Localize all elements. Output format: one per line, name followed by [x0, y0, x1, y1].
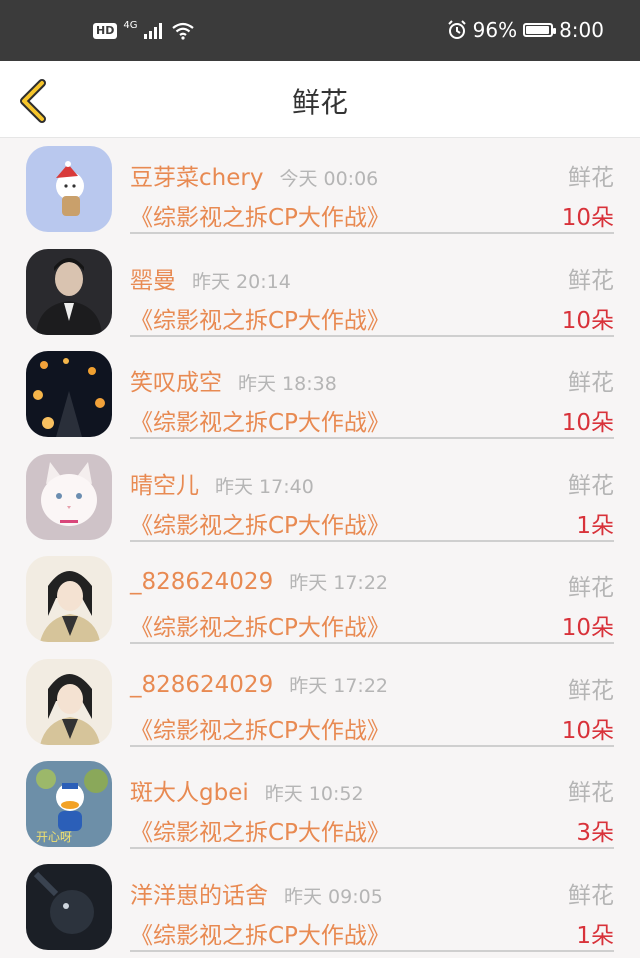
username[interactable]: _828624029 昨天 17:22: [130, 671, 388, 698]
avatar[interactable]: [26, 454, 112, 540]
gift-type: 鲜花: [568, 671, 614, 705]
username-text[interactable]: 晴空儿: [130, 473, 199, 499]
battery-icon: [523, 23, 553, 37]
page-title: 鲜花: [0, 81, 640, 121]
book-title[interactable]: 《综影视之拆CP大作战》: [130, 608, 390, 642]
item-content: 罂曼昨天 20:14 鲜花《综影视之拆CP大作战》 10朵: [130, 241, 614, 337]
wifi-icon: [171, 22, 195, 40]
item-content: 豆芽菜chery 今天 00:06 鲜花《综影视之拆CP大作战》 10朵: [130, 138, 614, 234]
signal-icon: [143, 22, 165, 40]
svg-text:开心呀: 开心呀: [36, 830, 72, 844]
avatar[interactable]: [26, 146, 112, 232]
list-item[interactable]: 开心呀 斑大人gbei 昨天 10:52 鲜花《综影视之拆CP大作战》 3朵: [0, 753, 640, 856]
timestamp: 今天 00:06: [279, 168, 378, 190]
username[interactable]: 斑大人gbei 昨天 10:52: [130, 773, 364, 807]
gift-type: 鲜花: [568, 363, 614, 397]
item-content: 洋洋崽的话舍昨天 09:05 鲜花《综影视之拆CP大作战》 1朵: [130, 856, 614, 952]
username-text[interactable]: 斑大人gbei: [130, 780, 249, 806]
book-title[interactable]: 《综影视之拆CP大作战》: [130, 198, 390, 232]
username-text[interactable]: 罂曼: [130, 268, 176, 294]
flower-count: 1朵: [576, 916, 614, 950]
list-item[interactable]: _828624029 昨天 17:22 鲜花《综影视之拆CP大作战》 10朵: [0, 651, 640, 754]
gift-type: 鲜花: [568, 261, 614, 295]
item-content: 斑大人gbei 昨天 10:52 鲜花《综影视之拆CP大作战》 3朵: [130, 753, 614, 849]
nav-bar: 鲜花: [0, 61, 640, 138]
timestamp: 昨天 18:38: [238, 373, 337, 395]
username[interactable]: 罂曼昨天 20:14: [130, 261, 291, 295]
flower-count: 10朵: [562, 301, 614, 335]
book-title[interactable]: 《综影视之拆CP大作战》: [130, 403, 390, 437]
username[interactable]: 洋洋崽的话舍昨天 09:05: [130, 876, 383, 910]
gift-type: 鲜花: [568, 773, 614, 807]
book-title[interactable]: 《综影视之拆CP大作战》: [130, 301, 390, 335]
status-right: 96% 8:00: [447, 18, 604, 42]
gift-type: 鲜花: [568, 158, 614, 192]
item-content: 笑叹成空昨天 18:38 鲜花《综影视之拆CP大作战》 10朵: [130, 343, 614, 439]
alarm-icon: [447, 20, 467, 40]
battery-percent: 96%: [473, 18, 517, 42]
list-item[interactable]: 晴空儿昨天 17:40 鲜花《综影视之拆CP大作战》 1朵: [0, 446, 640, 549]
timestamp: 昨天 17:22: [289, 572, 388, 594]
username[interactable]: _828624029 昨天 17:22: [130, 568, 388, 595]
avatar[interactable]: [26, 659, 112, 745]
clock: 8:00: [559, 18, 604, 42]
username[interactable]: 豆芽菜chery 今天 00:06: [130, 158, 378, 192]
gift-type: 鲜花: [568, 876, 614, 910]
timestamp: 昨天 09:05: [284, 886, 383, 908]
book-title[interactable]: 《综影视之拆CP大作战》: [130, 813, 390, 847]
avatar[interactable]: [26, 351, 112, 437]
list-item[interactable]: _828624029 昨天 17:22 鲜花《综影视之拆CP大作战》 10朵: [0, 548, 640, 651]
timestamp: 昨天 10:52: [265, 783, 364, 805]
list-item[interactable]: 洋洋崽的话舍昨天 09:05 鲜花《综影视之拆CP大作战》 1朵: [0, 856, 640, 958]
avatar[interactable]: [26, 864, 112, 950]
status-left: HD 4G: [93, 22, 195, 40]
flower-count: 10朵: [562, 711, 614, 745]
gift-type: 鲜花: [568, 568, 614, 602]
username-text[interactable]: _828624029: [130, 672, 273, 698]
item-content: _828624029 昨天 17:22 鲜花《综影视之拆CP大作战》 10朵: [130, 651, 614, 747]
flower-count: 10朵: [562, 608, 614, 642]
flower-count: 1朵: [576, 506, 614, 540]
username[interactable]: 笑叹成空昨天 18:38: [130, 363, 337, 397]
timestamp: 昨天 17:40: [215, 476, 314, 498]
flower-count: 3朵: [576, 813, 614, 847]
flower-list: 豆芽菜chery今天 00:06鲜花《综影视之拆CP大作战》10朵罂曼昨天 20…: [0, 138, 640, 958]
username[interactable]: 晴空儿昨天 17:40: [130, 466, 314, 500]
timestamp: 昨天 17:22: [289, 675, 388, 697]
network-type: 4G: [123, 20, 137, 31]
username-text[interactable]: 豆芽菜chery: [130, 165, 263, 191]
list-item[interactable]: 豆芽菜chery 今天 00:06 鲜花《综影视之拆CP大作战》 10朵: [0, 138, 640, 241]
list-item[interactable]: 笑叹成空昨天 18:38 鲜花《综影视之拆CP大作战》 10朵: [0, 343, 640, 446]
battery-level: [526, 26, 549, 34]
username-text[interactable]: 笑叹成空: [130, 370, 222, 396]
status-bar: HD 4G 96% 8:00: [0, 0, 640, 61]
flower-count: 10朵: [562, 198, 614, 232]
item-content: _828624029 昨天 17:22 鲜花《综影视之拆CP大作战》 10朵: [130, 548, 614, 644]
avatar[interactable]: [26, 556, 112, 642]
list-item[interactable]: 罂曼昨天 20:14 鲜花《综影视之拆CP大作战》 10朵: [0, 241, 640, 344]
item-content: 晴空儿昨天 17:40 鲜花《综影视之拆CP大作战》 1朵: [130, 446, 614, 542]
book-title[interactable]: 《综影视之拆CP大作战》: [130, 711, 390, 745]
avatar[interactable]: 开心呀: [26, 761, 112, 847]
username-text[interactable]: 洋洋崽的话舍: [130, 883, 268, 909]
book-title[interactable]: 《综影视之拆CP大作战》: [130, 506, 390, 540]
gift-type: 鲜花: [568, 466, 614, 500]
hd-badge: HD: [93, 23, 117, 39]
timestamp: 昨天 20:14: [192, 271, 291, 293]
username-text[interactable]: _828624029: [130, 569, 273, 595]
book-title[interactable]: 《综影视之拆CP大作战》: [130, 916, 390, 950]
avatar[interactable]: [26, 249, 112, 335]
flower-count: 10朵: [562, 403, 614, 437]
